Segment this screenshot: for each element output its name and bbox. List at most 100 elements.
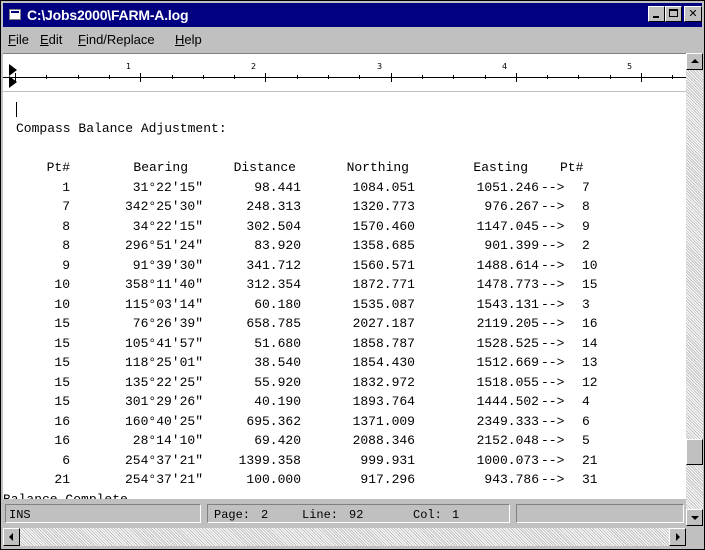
ruler-tick — [453, 75, 454, 79]
cell-distance: 38.540 — [254, 355, 301, 370]
ruler-tick — [265, 73, 266, 82]
cell-arrow: --> — [541, 296, 565, 312]
cell-arrow: --> — [541, 316, 565, 331]
cell-northing: 999.931 — [360, 452, 415, 468]
menu-find-replace[interactable]: Find/Replace — [78, 32, 155, 47]
ruler-tick — [140, 73, 141, 82]
ruler-tick — [547, 75, 548, 79]
cell-bearing: 105°41'57" — [124, 335, 203, 351]
cell-distance: 658.785 — [246, 316, 301, 331]
cell-easting: 1512.669 — [476, 355, 539, 370]
cell-bearing: 135°22'25" — [124, 374, 203, 390]
cell-arrow: --> — [541, 472, 565, 487]
minimize-button[interactable] — [648, 6, 665, 22]
cell-distance: 98.441 — [254, 179, 301, 195]
cell-bearing: 31°22'15" — [132, 179, 203, 195]
scroll-down-button[interactable] — [686, 509, 703, 526]
ruler-tick — [516, 73, 517, 82]
ruler-tick — [672, 75, 673, 79]
cell-northing: 2027.187 — [352, 316, 415, 331]
cell-arrow: --> — [541, 355, 565, 370]
report-footer: Balance Complete. — [3, 492, 676, 500]
cell-arrow: --> — [541, 238, 565, 253]
cell-to-pt: 7 — [582, 179, 590, 195]
cell-to-pt: 8 — [582, 199, 590, 214]
cell-bearing: 254°37'21" — [124, 452, 203, 468]
cell-to-pt: 2 — [582, 238, 590, 253]
traverse-row: 6 254°37'21" 1399.358 999.931 1000.073 --> 21 — [16, 453, 676, 469]
traverse-row: 8 296°51'24" 83.920 1358.685 901.399 --> 2 — [16, 238, 676, 254]
ruler-tick — [234, 75, 235, 79]
col-value: 1 — [452, 508, 460, 522]
cell-arrow: --> — [541, 277, 565, 292]
menu-help[interactable]: Help — [175, 32, 202, 47]
cell-to-pt: 3 — [582, 296, 590, 312]
cell-northing: 1832.972 — [352, 374, 415, 390]
cell-easting: 901.399 — [484, 238, 539, 253]
traverse-row: 7 342°25'30" 248.313 1320.773 976.267 --> 8 — [16, 199, 676, 215]
cell-pt: 10 — [54, 277, 70, 292]
cell-arrow: --> — [541, 374, 565, 390]
scroll-up-button[interactable] — [686, 53, 703, 70]
insert-mode-indicator: INS — [9, 508, 31, 522]
menu-edit[interactable]: Edit — [40, 32, 62, 47]
cell-arrow: --> — [541, 413, 565, 429]
cell-northing: 1560.571 — [352, 257, 415, 273]
ruler-tick — [297, 75, 298, 79]
cell-pt: 15 — [54, 394, 70, 409]
cell-pt: 15 — [54, 316, 70, 331]
cell-distance: 248.313 — [246, 199, 301, 214]
cell-distance: 695.362 — [246, 413, 301, 429]
ruler-tick — [485, 75, 486, 79]
line-label: Line: — [302, 508, 339, 522]
menu-file[interactable]: File — [8, 32, 29, 47]
traverse-row: 15 118°25'01" 38.540 1854.430 1512.669 --> 13 — [16, 355, 676, 371]
title-bar[interactable]: C:\Jobs2000\FARM-A.log ✕ — [3, 3, 702, 27]
traverse-row: 9 91°39'30" 341.712 1560.571 1488.614 --> 10 — [16, 258, 676, 274]
status-position-panel: Page: 2 Line: 92 Col: 1 — [207, 504, 510, 523]
scroll-left-button[interactable] — [3, 528, 20, 546]
cell-to-pt: 5 — [582, 433, 590, 448]
document-icon[interactable] — [9, 9, 21, 20]
cell-to-pt: 4 — [582, 394, 590, 409]
traverse-row: 1 31°22'15" 98.441 1084.051 1051.246 --> 7 — [16, 180, 676, 196]
cell-pt: 8 — [62, 238, 70, 253]
column-header-pt: Pt# — [46, 160, 70, 175]
window-title: C:\Jobs2000\FARM-A.log — [27, 7, 189, 23]
cell-arrow: --> — [541, 452, 565, 468]
scroll-right-button[interactable] — [669, 528, 686, 546]
arrow-down-icon — [691, 516, 699, 520]
text-editor[interactable]: Compass Balance Adjustment: Pt# Bearing Dis… — [3, 91, 686, 499]
cell-easting: 2152.048 — [476, 433, 539, 448]
ruler-tick — [15, 73, 16, 82]
cell-distance: 302.504 — [246, 218, 301, 234]
cell-pt: 8 — [62, 218, 70, 234]
col-label: Col: — [413, 508, 442, 522]
cell-pt: 1 — [62, 179, 70, 195]
cell-bearing: 34°22'15" — [132, 218, 203, 234]
vertical-scrollbar[interactable] — [686, 53, 703, 526]
ruler-tick — [46, 75, 47, 79]
cell-pt: 16 — [54, 433, 70, 448]
scrollbar-corner — [686, 528, 703, 546]
traverse-row: 21 254°37'21" 100.000 917.296 943.786 --> 31 — [16, 472, 676, 488]
notepad-window: C:\Jobs2000\FARM-A.log ✕ File Edit Find/… — [0, 0, 705, 550]
report-heading-text: Compass Balance Adjustment: — [16, 121, 227, 136]
horizontal-scrollbar[interactable] — [3, 528, 686, 546]
cell-northing: 1084.051 — [352, 179, 415, 195]
close-button[interactable]: ✕ — [684, 6, 702, 22]
arrow-left-icon — [9, 533, 13, 541]
cell-to-pt: 13 — [582, 355, 598, 370]
column-header-distance: Distance — [233, 160, 296, 175]
traverse-row: 10 115°03'14" 60.180 1535.087 1543.131 --> 3 — [16, 297, 676, 313]
cell-northing: 1320.773 — [352, 199, 415, 214]
cell-easting: 1147.045 — [476, 218, 539, 234]
vertical-scroll-thumb[interactable] — [686, 439, 703, 465]
ruler-number: 2 — [251, 62, 257, 71]
cell-easting: 1518.055 — [476, 374, 539, 390]
cell-pt: 6 — [62, 452, 70, 468]
ruler[interactable]: 1 2 3 4 5 — [3, 53, 686, 92]
page-value: 2 — [261, 508, 269, 522]
cell-to-pt: 31 — [582, 472, 598, 487]
maximize-button[interactable] — [665, 6, 682, 22]
